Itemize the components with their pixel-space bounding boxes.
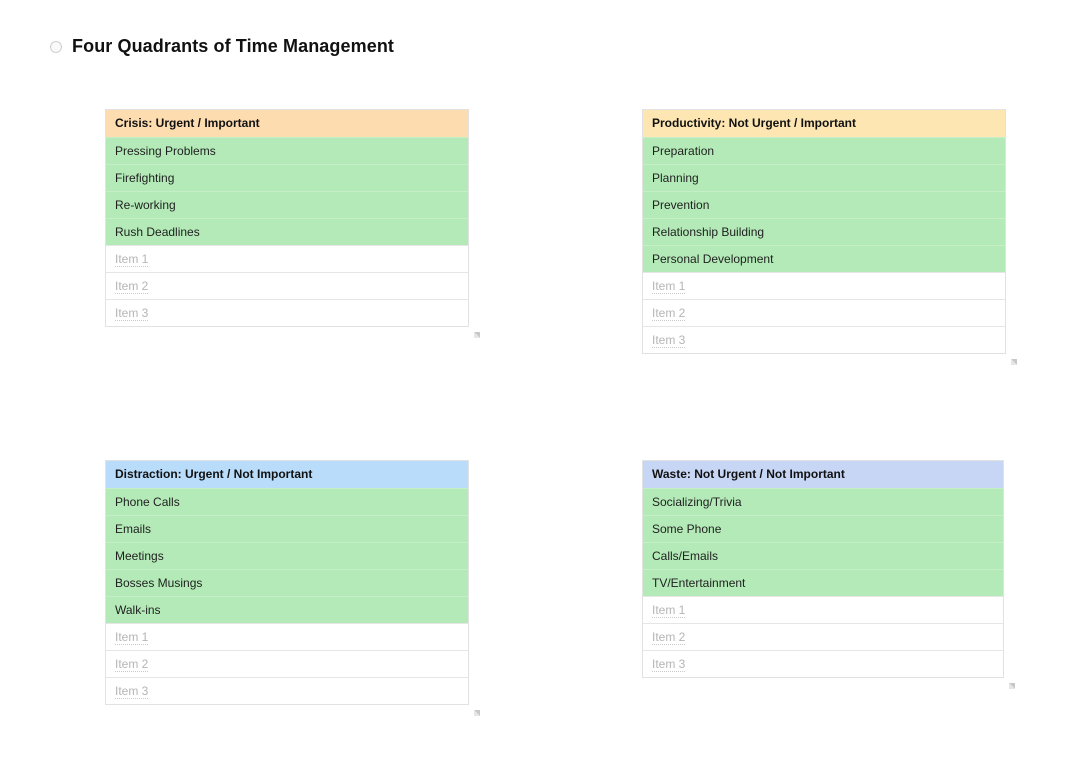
quadrant-productivity: Productivity: Not Urgent / Important Pre… [642, 109, 1017, 365]
list-item[interactable]: Socializing/Trivia [643, 488, 1003, 515]
list-item[interactable]: Rush Deadlines [106, 218, 468, 245]
quadrant-table: Waste: Not Urgent / Not Important Social… [642, 460, 1004, 678]
placeholder-item[interactable]: Item 3 [106, 299, 468, 326]
placeholder-text: Item 1 [652, 279, 686, 294]
placeholder-text: Item 3 [652, 657, 686, 672]
placeholder-item[interactable]: Item 2 [643, 623, 1003, 650]
placeholder-text: Item 1 [652, 603, 686, 618]
quadrant-table: Distraction: Urgent / Not Important Phon… [105, 460, 469, 705]
placeholder-item[interactable]: Item 3 [106, 677, 468, 704]
list-item[interactable]: Some Phone [643, 515, 1003, 542]
placeholder-text: Item 3 [652, 333, 686, 348]
list-item[interactable]: Firefighting [106, 164, 468, 191]
status-circle-icon[interactable] [50, 40, 62, 53]
quadrant-waste: Waste: Not Urgent / Not Important Social… [642, 460, 1015, 689]
placeholder-text: Item 3 [115, 684, 149, 699]
quadrant-header[interactable]: Waste: Not Urgent / Not Important [643, 461, 1003, 488]
placeholder-item[interactable]: Item 2 [106, 650, 468, 677]
placeholder-text: Item 2 [115, 657, 149, 672]
placeholder-text: Item 2 [652, 306, 686, 321]
quadrant-distraction: Distraction: Urgent / Not Important Phon… [105, 460, 480, 716]
placeholder-item[interactable]: Item 1 [106, 245, 468, 272]
resize-handle-icon[interactable] [473, 709, 481, 717]
quadrant-header[interactable]: Distraction: Urgent / Not Important [106, 461, 468, 488]
list-item[interactable]: Bosses Musings [106, 569, 468, 596]
placeholder-text: Item 3 [115, 306, 149, 321]
list-item[interactable]: Preparation [643, 137, 1005, 164]
quadrant-table: Productivity: Not Urgent / Important Pre… [642, 109, 1006, 354]
page: Four Quadrants of Time Management Crisis… [0, 0, 1078, 760]
title-row: Four Quadrants of Time Management [50, 36, 394, 57]
placeholder-item[interactable]: Item 1 [643, 272, 1005, 299]
placeholder-text: Item 2 [115, 279, 149, 294]
list-item[interactable]: Personal Development [643, 245, 1005, 272]
quadrant-header[interactable]: Productivity: Not Urgent / Important [643, 110, 1005, 137]
list-item[interactable]: Prevention [643, 191, 1005, 218]
resize-handle-icon[interactable] [1010, 358, 1018, 366]
list-item[interactable]: Calls/Emails [643, 542, 1003, 569]
placeholder-item[interactable]: Item 2 [106, 272, 468, 299]
list-item[interactable]: Walk-ins [106, 596, 468, 623]
quadrant-table: Crisis: Urgent / Important Pressing Prob… [105, 109, 469, 327]
placeholder-item[interactable]: Item 1 [643, 596, 1003, 623]
list-item[interactable]: Relationship Building [643, 218, 1005, 245]
placeholder-text: Item 2 [652, 630, 686, 645]
list-item[interactable]: Planning [643, 164, 1005, 191]
resize-handle-icon[interactable] [473, 331, 481, 339]
list-item[interactable]: TV/Entertainment [643, 569, 1003, 596]
list-item[interactable]: Meetings [106, 542, 468, 569]
list-item[interactable]: Pressing Problems [106, 137, 468, 164]
placeholder-text: Item 1 [115, 630, 149, 645]
placeholder-item[interactable]: Item 3 [643, 650, 1003, 677]
quadrant-header[interactable]: Crisis: Urgent / Important [106, 110, 468, 137]
list-item[interactable]: Re-working [106, 191, 468, 218]
list-item[interactable]: Emails [106, 515, 468, 542]
page-title: Four Quadrants of Time Management [72, 36, 395, 56]
list-item[interactable]: Phone Calls [106, 488, 468, 515]
resize-handle-icon[interactable] [1008, 682, 1016, 690]
placeholder-item[interactable]: Item 1 [106, 623, 468, 650]
placeholder-item[interactable]: Item 2 [643, 299, 1005, 326]
quadrant-crisis: Crisis: Urgent / Important Pressing Prob… [105, 109, 480, 338]
placeholder-item[interactable]: Item 3 [643, 326, 1005, 353]
placeholder-text: Item 1 [115, 252, 149, 267]
